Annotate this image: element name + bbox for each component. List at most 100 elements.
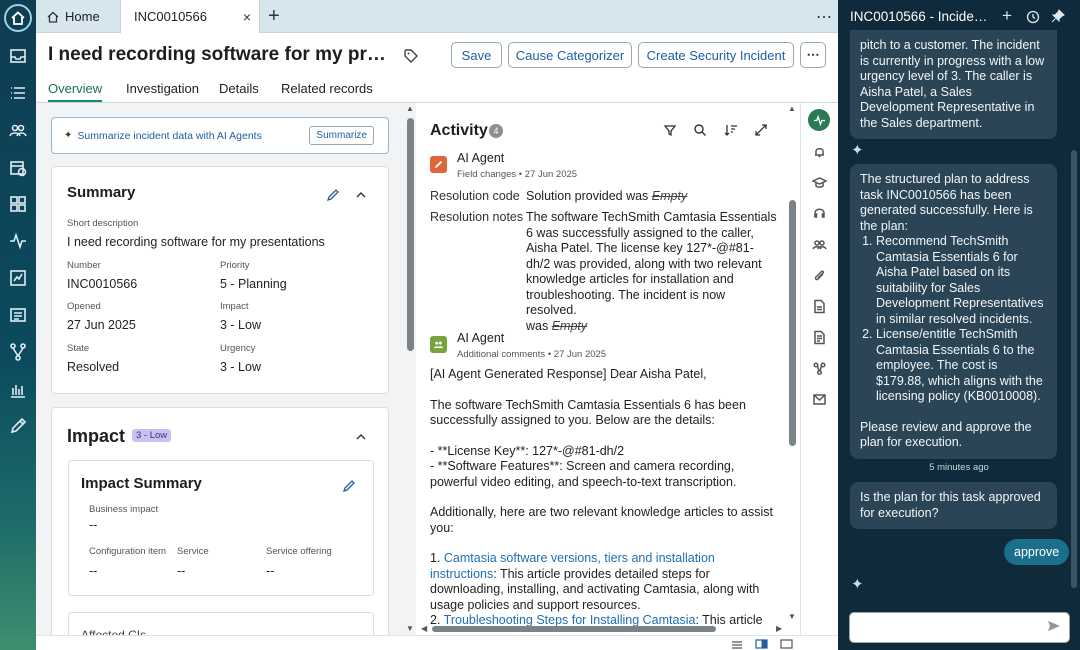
chat-input[interactable]	[849, 612, 1070, 643]
tab-overview[interactable]: Overview	[48, 81, 103, 103]
activity-panel: Activity 4 AI Agent Field changes • 27 J…	[418, 103, 800, 635]
resolution-notes-text: The software TechSmith Camtasia Essentia…	[526, 210, 777, 317]
branch-icon[interactable]	[6, 340, 30, 364]
sort-icon[interactable]	[724, 123, 738, 137]
resolution-notes-was: was	[526, 318, 552, 333]
bottom-bar	[36, 635, 838, 650]
header-more-button[interactable]: ⋯	[800, 42, 826, 68]
tabs-more-icon[interactable]: ⋯	[816, 0, 833, 33]
configuration-item-value: --	[89, 564, 98, 578]
tab-bar: Home INC0010566 × + ⋯	[36, 0, 838, 33]
close-tab-icon[interactable]: ×	[243, 9, 251, 25]
kb-article-link[interactable]: Troubleshooting Steps for Installing Cam…	[444, 613, 696, 627]
save-button[interactable]: Save	[451, 42, 502, 68]
users-icon[interactable]	[812, 237, 827, 252]
calendar-clock-icon[interactable]	[6, 156, 30, 180]
graduation-cap-icon[interactable]	[811, 175, 828, 190]
tab-record-label: INC0010566	[134, 9, 207, 24]
paperclip-icon[interactable]	[812, 268, 827, 283]
tab-details[interactable]: Details	[219, 81, 259, 96]
assistant-plan-message: The structured plan to address task INC0…	[850, 164, 1057, 459]
scroll-left-arrow-icon[interactable]: ◀	[421, 624, 427, 633]
headset-icon[interactable]	[812, 206, 827, 221]
tab-investigation[interactable]: Investigation	[126, 81, 199, 96]
tab-related-records[interactable]: Related records	[281, 81, 373, 96]
bar-chart-icon[interactable]	[6, 378, 30, 402]
pen-icon[interactable]	[6, 414, 30, 438]
affected-cis-section[interactable]: Affected CIs	[68, 612, 374, 635]
impact-summary-card: Impact Summary Business impact -- Config…	[68, 460, 374, 596]
expand-icon[interactable]	[754, 123, 768, 137]
list-icon[interactable]	[6, 81, 30, 105]
add-tab-icon[interactable]: +	[268, 0, 288, 33]
document-text-icon[interactable]	[812, 330, 827, 345]
home-nav-icon[interactable]	[4, 4, 32, 32]
scroll-up-arrow-icon[interactable]: ▲	[788, 104, 796, 113]
activity-pulse-icon[interactable]	[6, 229, 30, 253]
activity-horizontal-scrollbar[interactable]	[432, 626, 716, 632]
assistant-message: pitch to a customer. The incident is cur…	[850, 30, 1057, 139]
edit-pencil-icon[interactable]	[342, 479, 356, 493]
document-list-icon[interactable]	[6, 303, 30, 327]
inbox-icon[interactable]	[6, 44, 30, 68]
activity-scrollbar[interactable]	[789, 200, 796, 446]
priority-label: Priority	[220, 260, 250, 271]
impact-badge: 3 - Low	[132, 429, 172, 442]
plan-intro: The structured plan to address task INC0…	[860, 172, 1033, 233]
comment-line: - **License Key**: 127*-@#81-dh/2	[430, 443, 625, 458]
business-impact-label: Business impact	[89, 504, 159, 515]
comment-line: The software TechSmith Camtasia Essentia…	[430, 397, 746, 428]
edit-pencil-icon[interactable]	[326, 188, 340, 202]
filter-icon[interactable]	[663, 123, 677, 137]
user-reply-bubble: approve	[1004, 539, 1070, 565]
chevron-up-icon[interactable]	[354, 188, 368, 202]
tag-icon[interactable]	[403, 48, 419, 64]
chevron-up-icon[interactable]	[354, 430, 368, 444]
ai-agent-avatar	[430, 336, 447, 353]
image-mail-icon[interactable]	[812, 392, 827, 407]
impact-value: 3 - Low	[220, 318, 261, 332]
panel-view-icon[interactable]	[780, 639, 793, 649]
chat-scrollbar[interactable]	[1071, 150, 1077, 588]
scroll-down-arrow-icon[interactable]: ▼	[406, 624, 414, 633]
new-chat-icon[interactable]: +	[1002, 6, 1012, 26]
create-security-incident-button[interactable]: Create Security Incident	[638, 42, 794, 68]
summarize-button[interactable]: Summarize	[309, 126, 374, 145]
item-prefix: 1.	[430, 551, 444, 565]
scroll-down-arrow-icon[interactable]: ▼	[788, 612, 796, 621]
resolution-notes-value: The software TechSmith Camtasia Essentia…	[526, 210, 778, 334]
chart-doc-icon[interactable]	[6, 266, 30, 290]
grid-icon[interactable]	[6, 192, 30, 216]
entry-author: AI Agent	[457, 151, 505, 165]
configuration-item-label: Configuration item	[89, 546, 167, 557]
left-panel-scrollbar[interactable]	[407, 118, 414, 351]
bell-icon[interactable]	[812, 144, 827, 159]
tab-home[interactable]: Home	[42, 0, 122, 33]
state-value: Resolved	[67, 360, 120, 374]
tab-home-label: Home	[65, 9, 100, 24]
document-icon[interactable]	[812, 299, 827, 314]
comment-line: [AI Agent Generated Response] Dear Aisha…	[430, 367, 707, 381]
item-prefix: 2.	[430, 613, 444, 627]
search-icon[interactable]	[693, 123, 707, 137]
overview-panel: ✦ Summarize incident data with AI Agents…	[36, 103, 416, 635]
ai-banner-text: Summarize incident data with AI Agents	[77, 129, 262, 142]
cause-categorizer-button[interactable]: Cause Categorizer	[508, 42, 632, 68]
workflow-icon[interactable]	[812, 361, 827, 376]
scroll-up-arrow-icon[interactable]: ▲	[406, 104, 414, 113]
users-icon[interactable]	[6, 118, 30, 142]
opened-label: Opened	[67, 301, 101, 312]
activity-rail-icon[interactable]	[808, 109, 830, 131]
resolution-code-old: Empty	[651, 189, 688, 203]
ai-agent-avatar	[430, 156, 447, 173]
pin-icon[interactable]	[1051, 9, 1065, 23]
list-view-icon[interactable]	[731, 640, 743, 649]
scroll-right-arrow-icon[interactable]: ▶	[776, 624, 782, 633]
history-icon[interactable]	[1026, 10, 1040, 24]
item-text: : This article	[695, 613, 763, 627]
tab-record[interactable]: INC0010566 ×	[120, 0, 260, 33]
summary-title: Summary	[67, 184, 136, 201]
ai-summarize-banner: ✦ Summarize incident data with AI Agents…	[51, 117, 389, 154]
send-icon[interactable]	[1047, 619, 1061, 633]
split-view-icon[interactable]	[755, 639, 768, 649]
